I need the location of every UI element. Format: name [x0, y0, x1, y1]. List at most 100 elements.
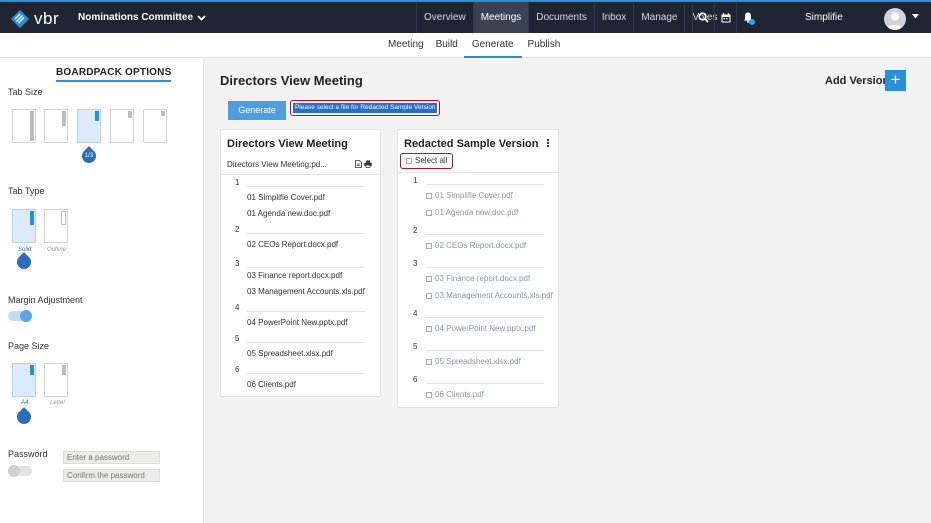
password-input[interactable]	[63, 451, 160, 464]
boardpack-file-name[interactable]: Directors View Meeting.pd...	[227, 160, 327, 169]
tab-build[interactable]: Build	[430, 33, 464, 58]
section-number: 2	[413, 226, 418, 235]
section-number: 6	[413, 375, 418, 384]
document-item-label: 03 Finance report.docx.pdf	[435, 274, 531, 283]
document-item[interactable]: 05 Spreadsheet.xlsx.pdf	[247, 349, 333, 358]
margin-adjustment-label: Margin Adjustment	[8, 295, 83, 305]
section-number: 3	[413, 259, 418, 268]
document-checkbox-item[interactable]: 04 PowerPoint New.pptx.pdf	[426, 324, 536, 333]
document-icon[interactable]	[355, 160, 362, 168]
document-item[interactable]: 02 CEOs Report.docx.pdf	[247, 240, 338, 249]
tab-type-indicator-icon	[14, 252, 34, 272]
top-bar: vbr Nominations Committee Overview Meetin…	[0, 0, 931, 33]
nav-icons	[692, 2, 758, 33]
calendar-icon	[721, 12, 730, 22]
section-divider	[247, 342, 365, 343]
section-divider	[247, 186, 365, 187]
logo[interactable]: vbr	[11, 9, 59, 29]
tab-size-option-5[interactable]	[143, 109, 167, 143]
page-size-indicator-icon	[14, 407, 34, 427]
panel-title: Redacted Sample Version	[404, 138, 539, 150]
select-all-checkbox[interactable]: Select all	[400, 153, 453, 169]
section-number: 3	[235, 259, 240, 268]
section-number: 4	[235, 303, 240, 312]
document-checkbox-item[interactable]: 03 Management Accounts.xls.pdf	[426, 291, 553, 300]
document-item[interactable]: 03 Finance report.docx.pdf	[247, 271, 342, 280]
tab-size-option-2[interactable]	[44, 109, 68, 143]
section-number: 6	[235, 365, 240, 374]
document-item-label: 05 Spreadsheet.xlsx.pdf	[435, 357, 521, 366]
panel-divider	[221, 174, 380, 175]
section-divider	[426, 350, 544, 351]
section-divider	[247, 311, 365, 312]
checkbox-icon	[426, 276, 432, 282]
generate-button[interactable]: Generate	[228, 101, 286, 120]
sub-nav: Meeting Build Generate Publish	[0, 33, 931, 58]
add-version-button[interactable]: +	[885, 70, 906, 91]
avatar[interactable]	[884, 8, 906, 30]
section-number: 2	[235, 225, 240, 234]
document-checkbox-item[interactable]: 01 Agenda new.doc.pdf	[426, 208, 518, 217]
section-divider	[247, 233, 365, 234]
redacted-version-panel: Redacted Sample Version Select all 1 01 S…	[397, 129, 559, 408]
document-checkbox-item[interactable]: 02 CEOs Report.docx.pdf	[426, 241, 526, 250]
password-toggle[interactable]	[8, 465, 32, 477]
tab-meeting[interactable]: Meeting	[382, 33, 430, 58]
document-checkbox-item[interactable]: 01 Simplifie Cover.pdf	[426, 191, 513, 200]
document-checkbox-item[interactable]: 05 Spreadsheet.xlsx.pdf	[426, 357, 521, 366]
select-all-label: Select all	[415, 156, 448, 165]
page-size-a4-caption: A4	[21, 400, 29, 406]
username[interactable]: Simplifie	[805, 12, 843, 23]
section-divider	[426, 317, 544, 318]
print-icon[interactable]	[364, 160, 372, 168]
tab-generate[interactable]: Generate	[463, 33, 522, 58]
section-divider	[426, 184, 544, 185]
add-version-label[interactable]: Add Version	[825, 75, 889, 87]
page-size-letter[interactable]	[44, 363, 68, 397]
logo-text: vbr	[34, 9, 60, 28]
page-size-a4[interactable]	[12, 363, 36, 397]
notifications-button[interactable]	[736, 2, 758, 33]
sidebar-title: BOARDPACK OPTIONS	[56, 67, 172, 82]
nav-item-overview[interactable]: Overview	[416, 2, 473, 33]
document-item-label: 02 CEOs Report.docx.pdf	[435, 241, 527, 250]
tab-size-option-4[interactable]	[110, 109, 134, 143]
section-divider	[426, 234, 544, 235]
nav-item-inbox[interactable]: Inbox	[593, 2, 633, 33]
notification-dot	[749, 19, 755, 25]
document-checkbox-item[interactable]: 03 Finance report.docx.pdf	[426, 274, 530, 283]
section-number: 1	[235, 178, 240, 187]
more-options-icon[interactable]	[547, 139, 550, 148]
nav-item-meetings[interactable]: Meetings	[472, 2, 529, 33]
document-item[interactable]: 03 Management Accounts.xls.pdf	[247, 287, 365, 296]
section-number: 1	[413, 176, 418, 185]
confirm-password-input[interactable]	[63, 469, 160, 482]
nav-item-documents[interactable]: Documents	[528, 2, 594, 33]
nav-item-manage[interactable]: Manage	[633, 2, 684, 33]
tab-publish[interactable]: Publish	[522, 33, 567, 58]
section-divider	[247, 373, 365, 374]
tab-type-outline[interactable]	[44, 209, 68, 243]
document-item[interactable]: 01 Agenda new.doc.pdf	[247, 209, 330, 218]
checkbox-icon	[406, 158, 412, 164]
document-item[interactable]: 01 Simplifie Cover.pdf	[247, 193, 325, 202]
section-divider	[426, 267, 544, 268]
document-item[interactable]: 06 Clients.pdf	[247, 380, 296, 389]
panel-divider	[398, 172, 558, 173]
margin-adjustment-toggle[interactable]	[8, 310, 32, 322]
document-item[interactable]: 04 PowerPoint New.pptx.pdf	[247, 318, 348, 327]
tab-size-option-3[interactable]	[77, 109, 101, 143]
tab-size-badge: 1/3	[84, 153, 94, 159]
calendar-button[interactable]	[714, 2, 736, 33]
select-file-notice-text: Please select a file for Redacted Sample…	[293, 103, 437, 113]
tab-size-option-1[interactable]	[12, 109, 36, 143]
tab-type-solid[interactable]	[12, 209, 36, 243]
search-button[interactable]	[692, 2, 714, 33]
document-item-label: 04 PowerPoint New.pptx.pdf	[435, 324, 536, 333]
document-checkbox-item[interactable]: 06 Clients.pdf	[426, 390, 484, 399]
committee-selector[interactable]: Nominations Committee	[78, 12, 206, 23]
user-menu-caret-icon[interactable]	[912, 14, 919, 19]
page-title: Directors View Meeting	[220, 73, 363, 88]
select-file-notice: Please select a file for Redacted Sample…	[290, 100, 440, 116]
password-label: Password	[8, 449, 48, 459]
